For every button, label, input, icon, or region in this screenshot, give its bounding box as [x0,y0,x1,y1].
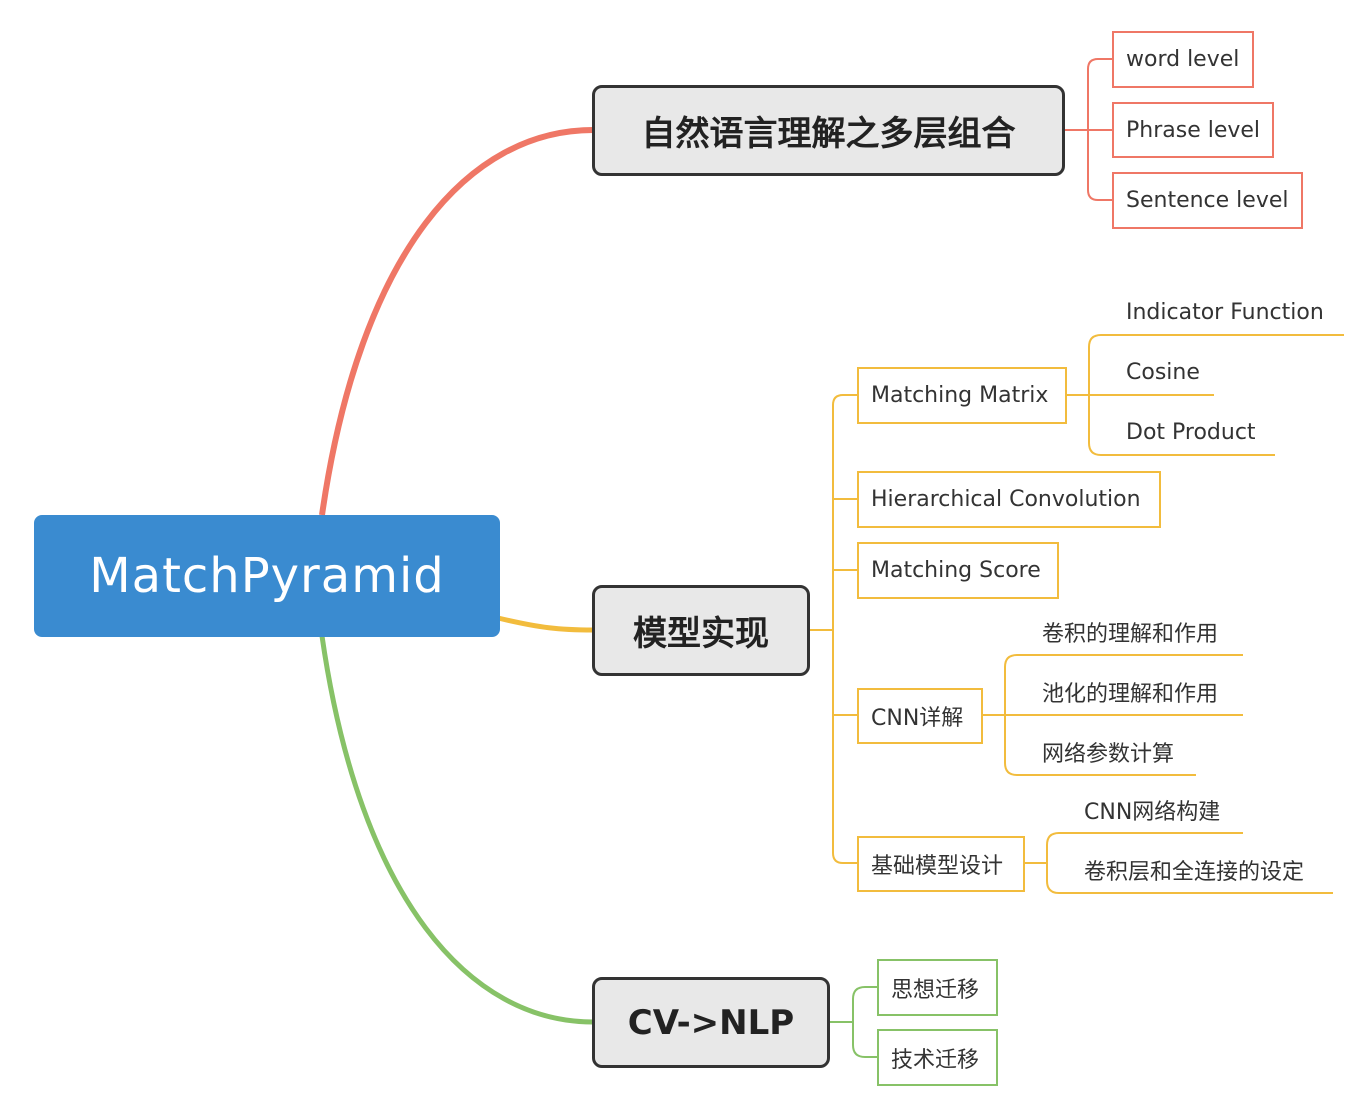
topic-hierarchical-convolution[interactable]: Hierarchical Convolution [857,471,1161,528]
leaf-label: CNN网络构建 [1084,800,1221,825]
root-label: MatchPyramid [89,548,445,604]
topic-label: 基础模型设计 [871,854,1004,879]
topic-label: Matching Matrix [871,383,1049,408]
topic-label: 技术迁移 [891,1047,980,1073]
topic-label: Sentence level [1126,188,1289,213]
leaf-label: Indicator Function [1126,299,1324,325]
leaf-indicator-function[interactable]: Indicator Function [1116,294,1324,330]
topic-label: Matching Score [871,558,1041,583]
leaf-conv-fc-setting[interactable]: 卷积层和全连接的设定 [1074,852,1304,888]
leaf-cosine[interactable]: Cosine [1116,354,1200,390]
connector-b3-spine [852,986,866,1058]
branch-nlu-composition[interactable]: 自然语言理解之多层组合 [592,85,1065,176]
topic-matching-score[interactable]: Matching Score [857,542,1059,599]
connector-root-branch1 [319,127,594,516]
branch-label: 模型实现 [633,614,769,654]
root-node[interactable]: MatchPyramid [34,515,500,637]
leaf-pooling-understanding[interactable]: 池化的理解和作用 [1032,674,1218,710]
topic-word-level[interactable]: word level [1112,31,1254,88]
connector-root-branch2 [497,615,594,633]
topic-base-model-design[interactable]: 基础模型设计 [857,836,1025,892]
topic-matching-matrix[interactable]: Matching Matrix [857,367,1067,424]
topic-label: word level [1126,47,1240,72]
leaf-label: Cosine [1126,359,1200,385]
leaf-dot-product[interactable]: Dot Product [1116,414,1256,450]
topic-idea-transfer[interactable]: 思想迁移 [877,959,998,1016]
connector-b2-spine [832,394,844,864]
connector-root-branch3 [319,635,594,1025]
topic-label: CNN详解 [871,706,964,731]
branch-cv-to-nlp[interactable]: CV->NLP [592,977,830,1068]
topic-phrase-level[interactable]: Phrase level [1112,102,1274,158]
topic-label: Hierarchical Convolution [871,487,1141,512]
leaf-label: Dot Product [1126,419,1256,445]
topic-cnn-detail[interactable]: CNN详解 [857,688,983,744]
leaf-label: 卷积层和全连接的设定 [1084,860,1305,885]
branch-label: CV->NLP [627,1002,795,1043]
leaf-label: 池化的理解和作用 [1042,682,1219,707]
topic-technique-transfer[interactable]: 技术迁移 [877,1029,998,1086]
branch-label: 自然语言理解之多层组合 [641,114,1016,154]
leaf-conv-understanding[interactable]: 卷积的理解和作用 [1032,614,1218,650]
leaf-cnn-build[interactable]: CNN网络构建 [1074,792,1220,828]
branch-model-implementation[interactable]: 模型实现 [592,585,810,676]
connector-base-spine [1046,832,1060,894]
leaf-label: 卷积的理解和作用 [1042,622,1219,647]
topic-sentence-level[interactable]: Sentence level [1112,172,1303,229]
topic-label: 思想迁移 [891,977,980,1003]
leaf-label: 网络参数计算 [1042,742,1175,767]
leaf-network-param-calc[interactable]: 网络参数计算 [1032,734,1174,770]
topic-label: Phrase level [1126,117,1261,143]
